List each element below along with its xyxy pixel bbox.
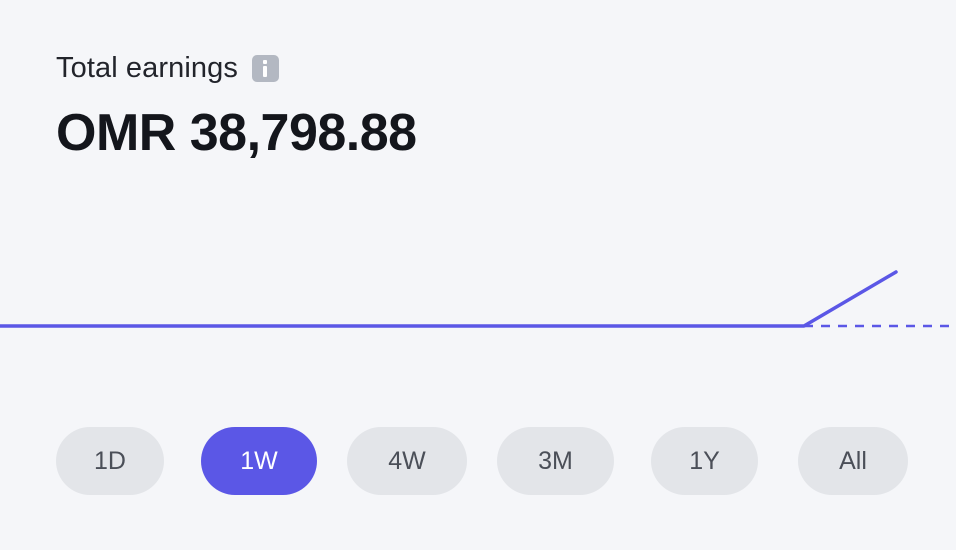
earnings-header: Total earnings OMR 38,798.88: [56, 52, 417, 163]
period-button-4w[interactable]: 4W: [347, 427, 467, 495]
period-button-1d[interactable]: 1D: [56, 427, 164, 495]
period-button-1w[interactable]: 1W: [201, 427, 317, 495]
total-earnings-label: Total earnings: [56, 52, 238, 84]
period-button-all[interactable]: All: [798, 427, 908, 495]
period-button-3m[interactable]: 3M: [497, 427, 614, 495]
total-earnings-amount: OMR 38,798.88: [56, 104, 417, 162]
earnings-label-row: Total earnings: [56, 52, 417, 85]
chart-series-line: [0, 270, 898, 328]
period-selector: 1D 1W 4W 3M 1Y All: [0, 427, 956, 495]
earnings-chart: [0, 270, 956, 328]
info-icon[interactable]: [251, 55, 279, 82]
period-button-1y[interactable]: 1Y: [651, 427, 758, 495]
